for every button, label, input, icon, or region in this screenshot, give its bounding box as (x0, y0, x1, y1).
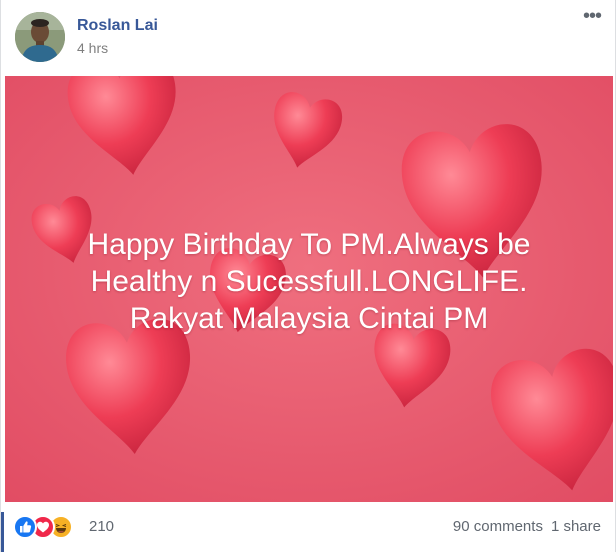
post-header: Roslan Lai 4 hrs ••• (1, 0, 616, 76)
avatar-photo (15, 12, 65, 62)
post-timestamp[interactable]: 4 hrs (77, 40, 108, 56)
comments-count[interactable]: 90 comments (453, 518, 543, 535)
reaction-count[interactable]: 210 (89, 518, 114, 535)
post-footer: 210 90 comments 1 share (1, 502, 616, 552)
like-reaction-icon[interactable] (13, 515, 37, 539)
post-text: Happy Birthday To PM.Always be Healthy n… (5, 226, 613, 337)
shares-count[interactable]: 1 share (551, 518, 601, 535)
post-text-line: Healthy n Sucessfull.LONGLIFE. (90, 265, 528, 298)
focus-bar (1, 512, 4, 552)
post-image[interactable]: Happy Birthday To PM.Always be Healthy n… (5, 76, 613, 502)
author-name[interactable]: Roslan Lai (77, 17, 158, 35)
post-text-line: Rakyat Malaysia Cintai PM (129, 302, 489, 335)
post-text-line: Happy Birthday To PM.Always be (87, 228, 531, 261)
post-card: Roslan Lai 4 hrs ••• Happy Birthday To P… (0, 0, 616, 552)
avatar[interactable] (15, 12, 65, 62)
post-stats: 90 comments 1 share (453, 518, 601, 535)
more-options-icon[interactable]: ••• (583, 6, 607, 28)
